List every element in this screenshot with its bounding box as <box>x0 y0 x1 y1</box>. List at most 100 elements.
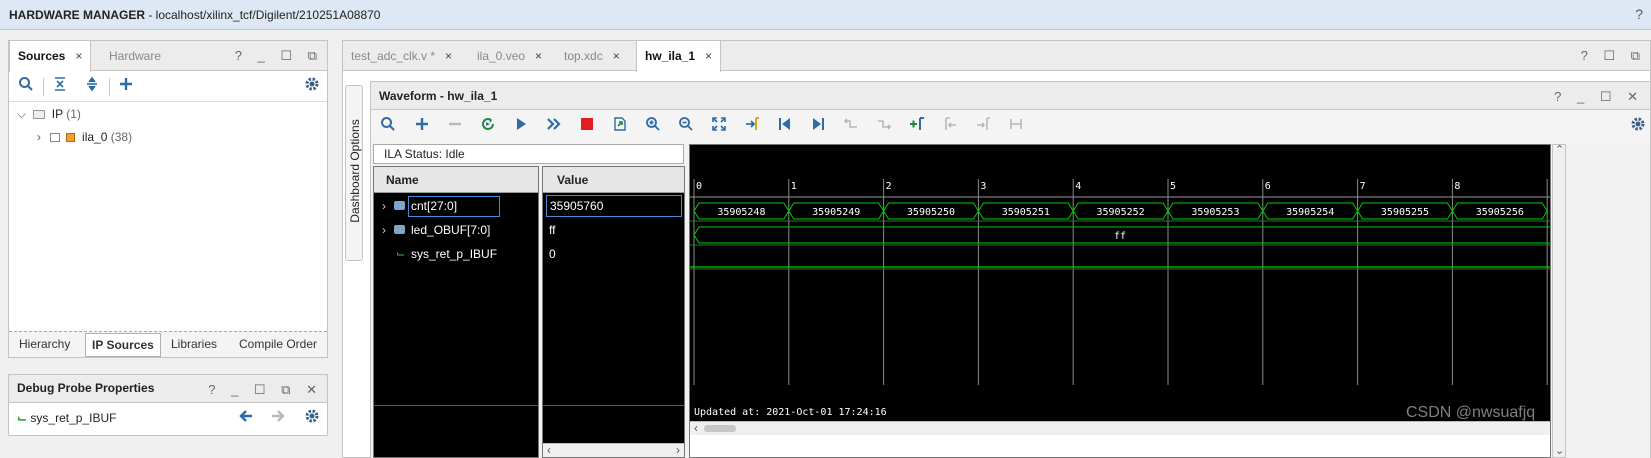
chevron-right-icon[interactable]: › <box>382 195 386 217</box>
previous-marker-icon[interactable] <box>939 116 961 138</box>
stop-icon[interactable] <box>576 116 598 138</box>
run-trigger-icon[interactable] <box>510 116 532 138</box>
tab-hardware[interactable]: Hardware <box>101 41 169 71</box>
signal-row-led[interactable]: › led_OBUF[7:0] <box>374 219 538 241</box>
swap-cursors-icon[interactable] <box>1005 116 1027 138</box>
tab-ip-sources[interactable]: IP Sources <box>85 333 161 357</box>
value-column-header[interactable]: Value <box>543 167 684 193</box>
led-bus-value: ff <box>1114 231 1126 242</box>
search-icon[interactable] <box>377 116 399 138</box>
window-title-bar: HARDWARE MANAGER - localhost/xilinx_tcf/… <box>0 0 1651 30</box>
go-to-cursor-icon[interactable] <box>741 116 763 138</box>
tab-hierarchy[interactable]: Hierarchy <box>13 333 76 357</box>
time-tick-label: 0 <box>696 181 702 192</box>
value-cell-cnt[interactable]: 35905760 <box>546 195 682 217</box>
time-tick-label: 5 <box>1170 181 1176 192</box>
search-icon[interactable] <box>15 76 37 98</box>
auto-retrigger-icon[interactable] <box>477 116 499 138</box>
editor-tabstrip: test_adc_clk.v * × ila_0.veo × top.xdc × hw… <box>343 41 1650 72</box>
next-marker-icon[interactable] <box>972 116 994 138</box>
hscroll-track[interactable]: ‹ <box>690 421 1550 435</box>
go-to-end-icon[interactable] <box>807 116 829 138</box>
toolbar-separator <box>43 78 44 96</box>
panel-window-controls[interactable]: ? _ ☐ ⧉ ✕ <box>208 382 323 398</box>
scroll-right-icon[interactable]: › <box>676 443 680 457</box>
close-icon[interactable]: × <box>613 49 620 63</box>
debug-probe-header: Debug Probe Properties ? _ ☐ ⧉ ✕ <box>9 375 327 403</box>
value-scrollbar[interactable]: ‹ › <box>543 443 684 457</box>
scroll-left-icon[interactable]: ‹ <box>547 443 551 457</box>
chevron-down-icon[interactable]: ⌵ <box>17 107 26 121</box>
tab-top-xdc[interactable]: top.xdc × <box>556 41 628 71</box>
zoom-fit-icon[interactable] <box>708 116 730 138</box>
signal-name-cnt-box[interactable]: cnt[27:0] <box>408 196 500 217</box>
next-transition-icon[interactable] <box>873 116 895 138</box>
scroll-left-icon[interactable]: ‹ <box>694 421 698 435</box>
zoom-out-icon[interactable] <box>675 116 697 138</box>
cnt-bus-value: 35905248 <box>717 207 765 218</box>
chevron-right-icon[interactable]: › <box>382 219 386 241</box>
signal-row-sys-ret[interactable]: ⌙ sys_ret_p_IBUF <box>374 243 538 265</box>
tab-libraries[interactable]: Libraries <box>165 333 223 357</box>
add-icon[interactable] <box>115 76 137 98</box>
expand-all-icon[interactable] <box>81 76 103 98</box>
close-icon[interactable]: × <box>535 49 542 63</box>
remove-probe-icon[interactable] <box>444 116 466 138</box>
cnt-bus-value: 35905255 <box>1381 207 1429 218</box>
panel-window-controls[interactable]: ? _ ☐ ⧉ <box>235 48 323 64</box>
debug-probe-panel: Debug Probe Properties ? _ ☐ ⧉ ✕ ⌙ sys_r… <box>8 374 328 436</box>
forward-arrow-icon[interactable] <box>267 408 289 430</box>
previous-transition-icon[interactable] <box>840 116 862 138</box>
cnt-bus-value: 35905252 <box>1097 207 1145 218</box>
tab-label: hw_ila_1 <box>645 49 696 63</box>
close-icon[interactable]: × <box>705 49 712 63</box>
go-to-start-icon[interactable] <box>774 116 796 138</box>
name-column-divider <box>374 405 538 406</box>
waveform-hscrollbar[interactable]: ‹ <box>690 421 1550 457</box>
tab-sources-label: Sources <box>18 49 66 63</box>
hscroll-thumb[interactable] <box>704 425 736 432</box>
name-column-header[interactable]: Name <box>374 167 538 193</box>
chevron-right-icon[interactable]: › <box>37 130 41 144</box>
gear-icon[interactable] <box>301 408 323 430</box>
time-tick-label: 3 <box>980 181 986 192</box>
window-title: HARDWARE MANAGER - localhost/xilinx_tcf/… <box>9 8 381 22</box>
export-icon[interactable] <box>609 116 631 138</box>
collapse-all-icon[interactable] <box>49 76 71 98</box>
scroll-down-icon[interactable]: ⌄ <box>1555 444 1564 457</box>
close-icon[interactable]: × <box>75 49 82 63</box>
value-cell-led: ff <box>549 223 556 237</box>
run-immediate-icon[interactable] <box>543 116 565 138</box>
tab-compile-order[interactable]: Compile Order <box>233 333 323 357</box>
back-arrow-icon[interactable] <box>235 408 257 430</box>
tab-hw-ila-1[interactable]: hw_ila_1 × <box>636 41 722 72</box>
tab-ila0-veo[interactable]: ila_0.veo × <box>469 41 550 71</box>
help-icon[interactable]: ? <box>1635 6 1643 22</box>
dashboard-options-tab[interactable]: Dashboard Options <box>345 85 363 261</box>
sources-panel: Sources × Hardware ? _ ☐ ⧉ ⌵ IP (1) › il… <box>8 40 328 358</box>
signal-row-cnt[interactable]: › cnt[27:0] <box>374 195 538 217</box>
tree-item-ila0-count: (38) <box>110 130 133 144</box>
zoom-in-icon[interactable] <box>642 116 664 138</box>
waveform-vscrollbar[interactable]: ⌃ ⌄ <box>1552 144 1566 458</box>
gear-icon[interactable] <box>301 76 323 98</box>
waveform-window-controls[interactable]: ? _ ☐ ✕ <box>1554 89 1644 105</box>
cnt-bus-value: 35905251 <box>1002 207 1050 218</box>
tree-item-ip[interactable]: ⌵ IP (1) <box>17 107 81 122</box>
editor-window-controls[interactable]: ? ☐ ⧉ <box>1581 48 1646 64</box>
tab-test-adc-clk[interactable]: test_adc_clk.v * × <box>343 41 460 71</box>
name-column: Name › cnt[27:0] › led_OBUF[7:0] ⌙ sys_r… <box>373 166 539 458</box>
value-cell-sys-ret: 0 <box>549 247 556 261</box>
tree-item-ila0[interactable]: › ila_0 (38) <box>37 130 132 144</box>
close-icon[interactable]: × <box>445 49 452 63</box>
add-probe-icon[interactable] <box>411 116 433 138</box>
probe-signal-icon: ⌙ <box>17 411 28 425</box>
tree-item-ip-count: (1) <box>66 107 81 121</box>
gear-icon[interactable] <box>1627 116 1649 138</box>
toolbar-separator <box>109 78 110 96</box>
updated-timestamp: Updated at: 2021-Oct-01 17:24:16 <box>694 407 887 418</box>
add-marker-icon[interactable] <box>906 116 928 138</box>
tab-sources[interactable]: Sources × <box>9 41 92 72</box>
scroll-up-icon[interactable]: ⌃ <box>1555 143 1564 156</box>
debug-probe-name: sys_ret_p_IBUF <box>30 411 117 425</box>
